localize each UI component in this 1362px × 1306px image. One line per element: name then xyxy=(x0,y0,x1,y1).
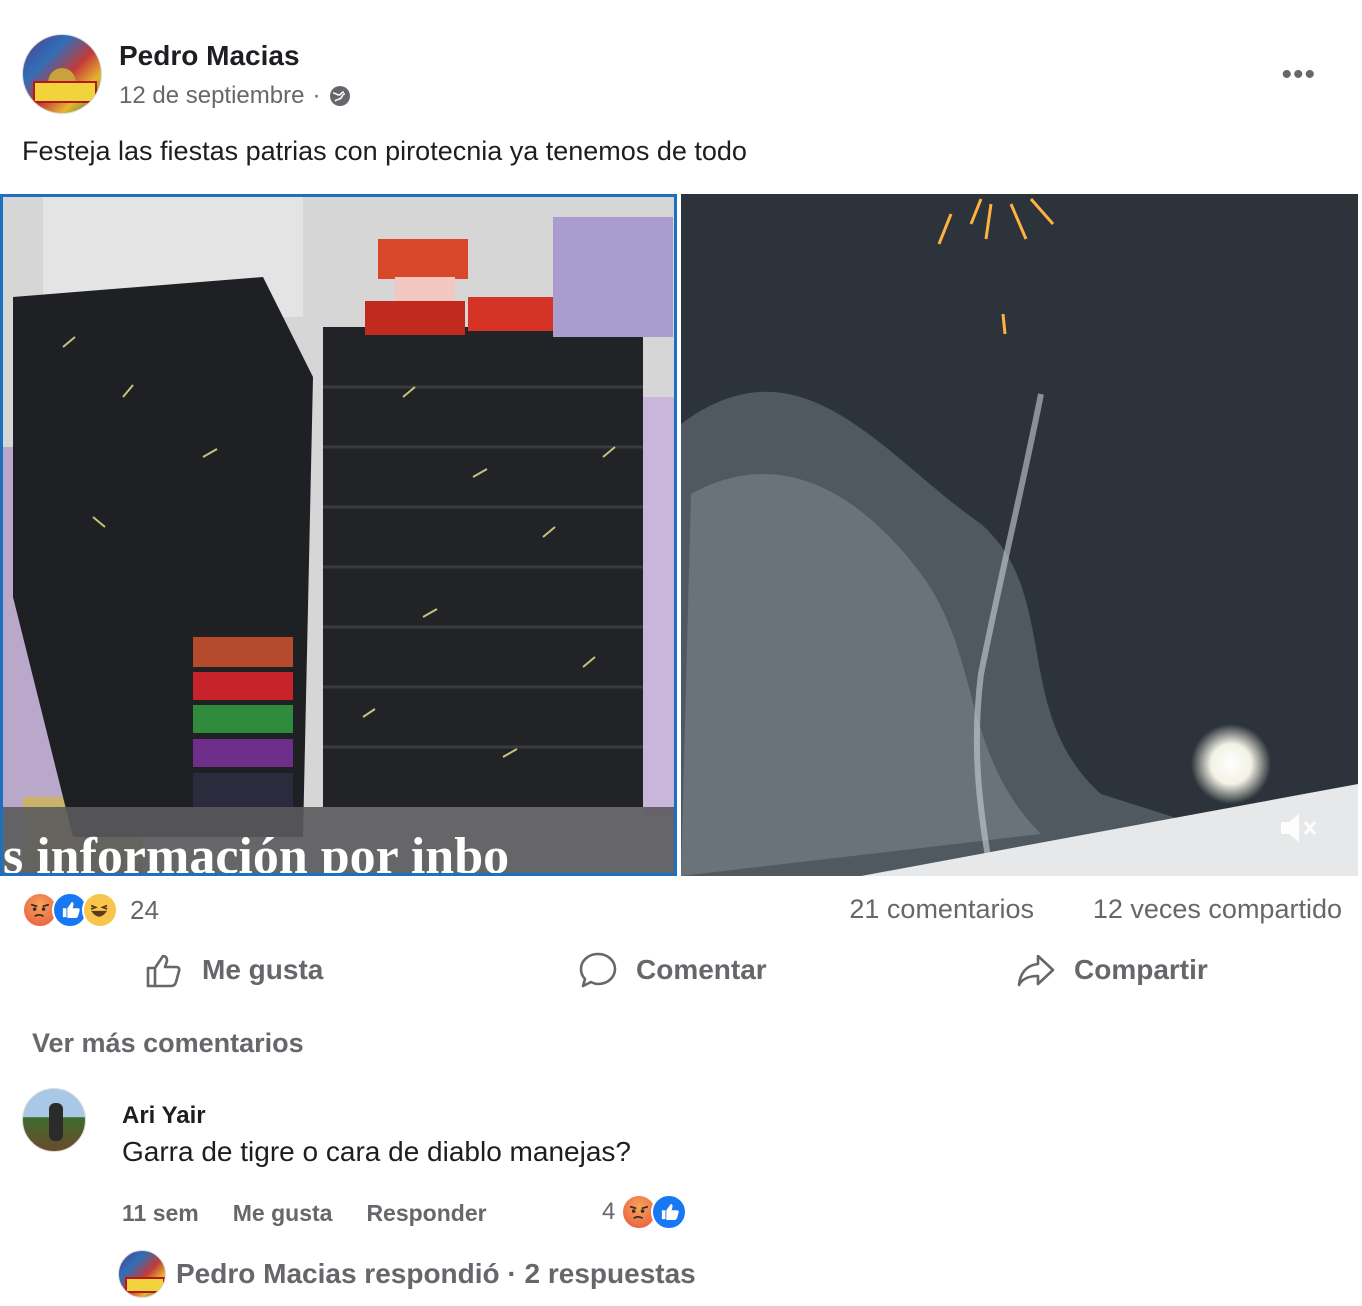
reaction-count: 24 xyxy=(130,894,159,925)
sky-fireworks-illustration xyxy=(681,194,1358,876)
share-button[interactable]: Compartir xyxy=(1016,950,1208,990)
comments-count[interactable]: 21 comentarios xyxy=(849,894,1034,925)
post-date[interactable]: 12 de septiembre xyxy=(119,82,304,110)
shares-count[interactable]: 12 veces compartido xyxy=(1093,894,1342,925)
globe-icon xyxy=(328,84,352,108)
photo-caption-text: s información por inbo xyxy=(3,828,509,873)
post-media: s información por inbo xyxy=(0,194,1362,876)
commenter-avatar[interactable] xyxy=(22,1088,86,1152)
share-label: Compartir xyxy=(1074,954,1208,985)
post-stats: 24 21 comentarios 12 veces compartido xyxy=(22,888,1342,932)
like-reaction-icon xyxy=(651,1194,688,1230)
comment-like-button[interactable]: Me gusta xyxy=(233,1200,333,1227)
view-more-comments-link[interactable]: Ver más comentarios xyxy=(32,1028,304,1059)
comment-reply-button[interactable]: Responder xyxy=(366,1200,486,1227)
post-actions: Me gusta Comentar Compartir xyxy=(0,942,1362,1004)
post-header: Pedro Macias 12 de septiembre · ••• xyxy=(22,34,1342,124)
post-text: Festeja las fiestas patrias con pirotecn… xyxy=(22,136,747,166)
comment-icon xyxy=(579,952,617,988)
reply-author-avatar xyxy=(118,1250,166,1298)
share-icon xyxy=(1017,954,1055,987)
haha-reaction-icon xyxy=(82,892,118,928)
fireworks-stock-illustration: s información por inbo xyxy=(3,197,674,873)
like-icon xyxy=(146,954,181,988)
like-label: Me gusta xyxy=(202,954,324,985)
comment-text: Garra de tigre o cara de diablo manejas? xyxy=(122,1136,631,1167)
comment-time[interactable]: 11 sem xyxy=(122,1200,199,1227)
post-meta: 12 de septiembre · xyxy=(119,82,352,110)
more-icon[interactable]: ••• xyxy=(1281,58,1316,92)
comment-reactions[interactable]: 4 xyxy=(602,1194,688,1230)
video-fireworks-sky[interactable] xyxy=(681,194,1358,876)
comment-meta: 11 sem Me gusta Responder xyxy=(122,1200,487,1227)
photo-fireworks-stock[interactable]: s información por inbo xyxy=(0,194,677,876)
comment-label: Comentar xyxy=(636,954,767,985)
comment-reaction-count: 4 xyxy=(602,1198,616,1225)
author-name[interactable]: Pedro Macias xyxy=(119,40,300,72)
comment-author[interactable]: Ari Yair xyxy=(122,1102,206,1130)
like-button[interactable]: Me gusta xyxy=(144,950,323,990)
author-avatar[interactable] xyxy=(22,34,102,114)
reactions-summary[interactable]: 24 xyxy=(22,892,159,928)
comment-button[interactable]: Comentar xyxy=(578,950,767,990)
reply-summary: Pedro Macias respondió · 2 respuestas xyxy=(176,1258,696,1289)
replies-link[interactable]: Pedro Macias respondió · 2 respuestas xyxy=(118,1250,696,1298)
comment-item: Ari Yair Garra de tigre o cara de diablo… xyxy=(22,1088,1342,1238)
meta-separator: · xyxy=(312,82,321,109)
